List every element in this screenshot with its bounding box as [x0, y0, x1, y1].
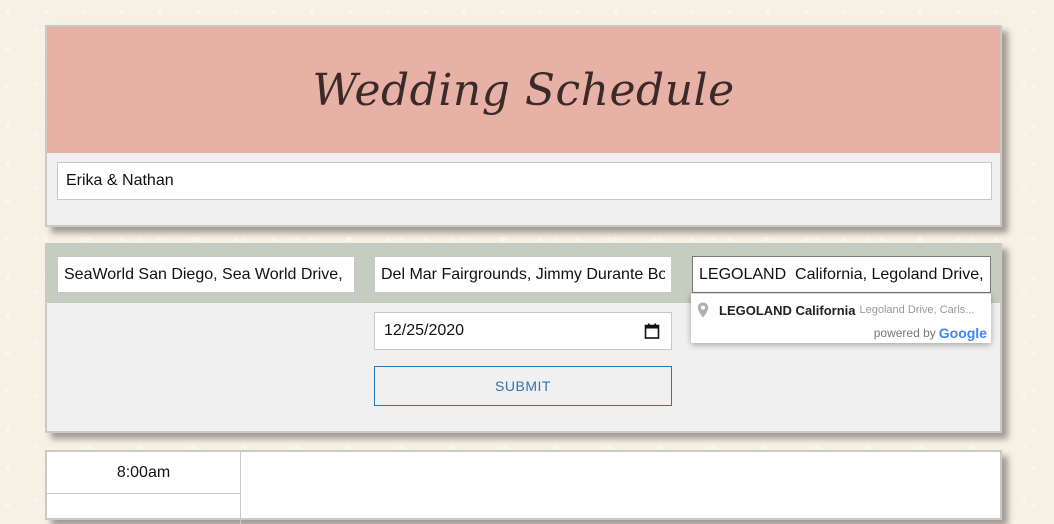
autocomplete-dropdown: LEGOLAND California Legoland Drive, Carl… [691, 293, 991, 343]
location-input-1[interactable] [57, 256, 355, 293]
powered-by-label: powered by [873, 326, 936, 340]
date-input[interactable]: 12/25/2020 [374, 312, 672, 350]
suggestion-secondary-text: Legoland Drive, Carls... [859, 304, 975, 316]
powered-by-google: powered by Google [874, 325, 987, 341]
suggestion-main-text: LEGOLAND California [719, 302, 856, 318]
header-card: Wedding Schedule [45, 25, 1002, 227]
title-banner: Wedding Schedule [47, 27, 1000, 153]
schedule-table: 8:00am [45, 450, 1002, 524]
submit-button[interactable]: SUBMIT [374, 366, 672, 406]
google-logo-text: Google [938, 325, 987, 341]
page-title: Wedding Schedule [312, 64, 735, 116]
date-value: 12/25/2020 [384, 322, 465, 339]
google-logo: Google [939, 325, 987, 341]
calendar-icon[interactable] [643, 322, 661, 340]
couple-names-input[interactable] [57, 162, 992, 200]
location-input-3[interactable] [692, 256, 991, 293]
time-slot-cell [47, 494, 241, 524]
autocomplete-suggestion[interactable]: LEGOLAND California Legoland Drive, Carl… [691, 294, 991, 326]
time-slot-cell: 8:00am [47, 452, 241, 494]
location-input-2[interactable] [374, 256, 672, 293]
map-pin-icon [697, 302, 709, 318]
